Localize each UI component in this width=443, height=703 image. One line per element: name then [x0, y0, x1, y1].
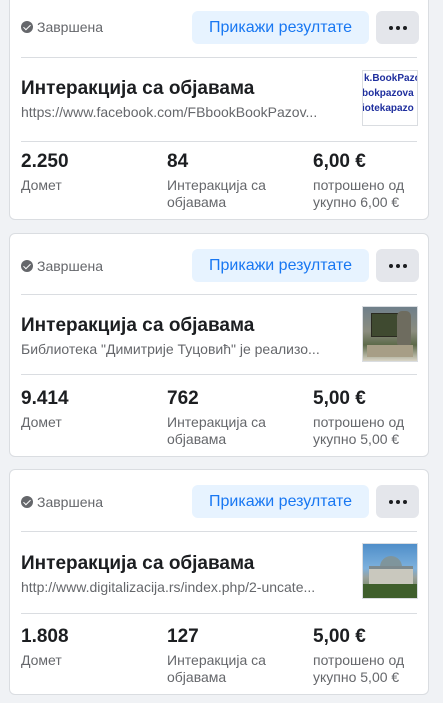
- thumbnail-ground-shape: [363, 584, 417, 598]
- status-badge: Завршена: [21, 258, 103, 274]
- promotion-link[interactable]: https://www.facebook.com/FBbookBookPazov…: [21, 104, 337, 120]
- reach-label: Домет: [21, 652, 62, 668]
- engagement-value: 84: [167, 151, 189, 172]
- view-results-button[interactable]: Прикажи резултате: [192, 249, 369, 282]
- reach-value: 2.250: [21, 151, 69, 172]
- post-thumbnail[interactable]: [362, 306, 418, 362]
- promotion-card: Завршена Прикажи резултате Интеракција с…: [9, 469, 429, 695]
- divider: [21, 294, 417, 295]
- status-label: Завршена: [37, 19, 104, 35]
- divider: [21, 374, 417, 375]
- spent-label: потрошено од укупно 5,00 €: [313, 414, 405, 447]
- promotion-card: Завршена Прикажи резултате Интеракција с…: [9, 233, 429, 457]
- spent-value: 5,00 €: [313, 388, 366, 409]
- reach-metric: 9.414 Домет: [21, 388, 141, 431]
- engagement-metric: 762 Интеракција са објавама: [167, 388, 287, 448]
- more-horizontal-icon: [388, 263, 407, 268]
- engagement-label: Интеракција са објавама: [167, 414, 266, 447]
- thumbnail-pedestal-shape: [367, 345, 413, 357]
- post-thumbnail[interactable]: k.BookPazo bokpazova iotekapazo: [362, 70, 418, 126]
- more-options-button[interactable]: [376, 249, 419, 282]
- reach-label: Домет: [21, 177, 62, 193]
- thumbnail-text-line: bokpazova: [362, 88, 414, 99]
- status-label: Завршена: [37, 494, 104, 510]
- promotion-title[interactable]: Интеракција са објавама: [21, 315, 254, 337]
- engagement-value: 127: [167, 626, 199, 647]
- spent-metric: 5,00 € потрошено од укупно 5,00 €: [313, 626, 433, 686]
- thumbnail-text-line: iotekapazo: [362, 103, 414, 114]
- more-options-button[interactable]: [376, 485, 419, 518]
- reach-label: Домет: [21, 414, 62, 430]
- more-horizontal-icon: [388, 499, 407, 504]
- promotion-title[interactable]: Интеракција са објавама: [21, 78, 254, 100]
- spent-metric: 6,00 € потрошено од укупно 6,00 €: [313, 151, 433, 211]
- status-badge: Завршена: [21, 494, 103, 510]
- more-horizontal-icon: [388, 25, 407, 30]
- view-results-button[interactable]: Прикажи резултате: [192, 485, 369, 518]
- view-results-button[interactable]: Прикажи резултате: [192, 11, 369, 44]
- status-label: Завршена: [37, 258, 104, 274]
- engagement-metric: 84 Интеракција са објавама: [167, 151, 287, 211]
- check-circle-icon: [21, 496, 33, 508]
- divider: [21, 613, 417, 614]
- divider: [21, 141, 417, 142]
- divider: [21, 57, 417, 58]
- spent-value: 6,00 €: [313, 151, 366, 172]
- status-badge: Завршена: [21, 19, 103, 35]
- check-circle-icon: [21, 260, 33, 272]
- thumbnail-text-line: k.BookPazo: [364, 73, 418, 84]
- post-thumbnail[interactable]: [362, 543, 418, 599]
- reach-metric: 1.808 Домет: [21, 626, 141, 669]
- check-circle-icon: [21, 21, 33, 33]
- engagement-metric: 127 Интеракција са објавама: [167, 626, 287, 686]
- spent-value: 5,00 €: [313, 626, 366, 647]
- spent-label: потрошено од укупно 6,00 €: [313, 177, 405, 210]
- spent-metric: 5,00 € потрошено од укупно 5,00 €: [313, 388, 433, 448]
- divider: [21, 531, 417, 532]
- promotion-card: Завршена Прикажи резултате Интеракција с…: [9, 0, 429, 220]
- spent-label: потрошено од укупно 5,00 €: [313, 652, 405, 685]
- promotion-link[interactable]: http://www.digitalizacija.rs/index.php/2…: [21, 579, 337, 595]
- reach-value: 1.808: [21, 626, 69, 647]
- promotion-title[interactable]: Интеракција са објавама: [21, 553, 254, 575]
- engagement-value: 762: [167, 388, 199, 409]
- reach-value: 9.414: [21, 388, 69, 409]
- reach-metric: 2.250 Домет: [21, 151, 141, 194]
- more-options-button[interactable]: [376, 11, 419, 44]
- promotion-post-text[interactable]: Библиотека "Димитрије Туцовић" је реализ…: [21, 341, 337, 357]
- thumbnail-statue-shape: [397, 311, 411, 345]
- engagement-label: Интеракција са објавама: [167, 652, 266, 685]
- engagement-label: Интеракција са објавама: [167, 177, 266, 210]
